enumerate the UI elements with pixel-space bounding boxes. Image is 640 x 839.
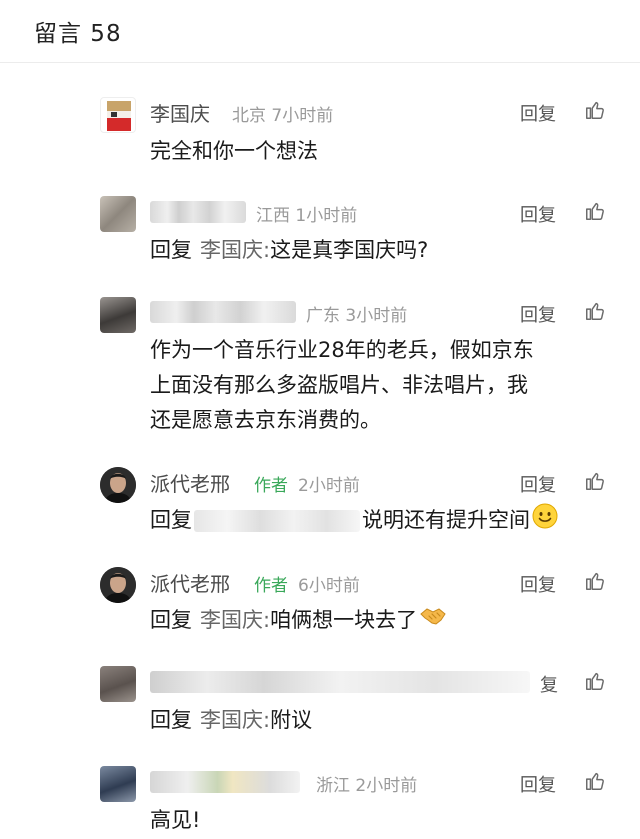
comment-text: 回复 说明还有提升空间	[150, 503, 558, 539]
like-thumb-icon[interactable]	[584, 470, 606, 492]
commenter-name-blurred[interactable]	[150, 771, 300, 793]
reply-text: 咱俩想一块去了	[270, 608, 418, 632]
avatar[interactable]	[100, 467, 136, 503]
comment-text-line: 作为一个音乐行业28年的老兵，假如京东	[150, 338, 534, 362]
comment-meta: 北京 7小时前	[232, 106, 334, 126]
reply-text: 这是真李国庆吗?	[270, 238, 429, 262]
handshake-emoji	[419, 604, 447, 638]
reply-prefix: 回复	[150, 708, 192, 732]
reply-target-name[interactable]: 李国庆:	[200, 238, 270, 262]
comment-text: 回复 李国庆:这是真李国庆吗?	[150, 233, 428, 267]
avatar-blurred[interactable]	[100, 297, 136, 333]
author-badge: 作者	[254, 476, 288, 496]
reply-text: 说明还有提升空间	[362, 508, 530, 532]
comment-text: 完全和你一个想法	[150, 139, 318, 163]
commenter-name[interactable]: 派代老邢	[150, 468, 230, 497]
reply-target-name[interactable]: 李国庆:	[200, 708, 270, 732]
like-thumb-icon[interactable]	[584, 300, 606, 322]
commenter-name-blurred[interactable]	[150, 201, 246, 223]
reply-prefix: 回复	[150, 508, 192, 532]
reply-target-name[interactable]: 李国庆:	[200, 608, 270, 632]
comment-meta: 作者 6小时前	[254, 571, 360, 596]
comment-meta: 江西 1小时前	[256, 206, 358, 226]
reply-button[interactable]: 回复	[520, 471, 556, 497]
avatar-blurred[interactable]	[100, 666, 136, 702]
commenter-name[interactable]: 派代老邢	[150, 568, 230, 597]
comment-meta: 浙江 2小时前	[316, 776, 418, 796]
reply-prefix: 回复	[150, 238, 192, 262]
comment-text-line: 还是愿意去京东消费的。	[150, 408, 381, 432]
comment-time: 2小时前	[298, 476, 360, 496]
reply-button[interactable]: 回复	[520, 301, 556, 327]
commenter-name-blurred[interactable]	[150, 671, 530, 693]
like-thumb-icon[interactable]	[584, 570, 606, 592]
reply-button[interactable]: 回复	[520, 201, 556, 227]
commenter-name[interactable]: 李国庆	[150, 98, 210, 127]
comment-text: 高见!	[150, 808, 201, 832]
header-divider	[0, 62, 640, 63]
reply-button[interactable]: 回复	[520, 771, 556, 797]
commenter-name-blurred[interactable]	[150, 301, 296, 323]
reply-target-blurred[interactable]	[194, 510, 360, 532]
smile-emoji	[532, 503, 558, 539]
comment-meta: 作者 2小时前	[254, 471, 360, 496]
comment-text-line: 上面没有那么多盗版唱片、非法唱片，我	[150, 373, 528, 397]
like-thumb-icon[interactable]	[584, 770, 606, 792]
avatar[interactable]	[100, 97, 136, 133]
comments-header: 留言 58	[0, 0, 640, 63]
comment-text: 回复 李国庆:附议	[150, 703, 312, 737]
reply-button[interactable]: 复	[540, 671, 558, 697]
avatar-blurred[interactable]	[100, 766, 136, 802]
book-cover-icon	[107, 101, 131, 131]
like-thumb-icon[interactable]	[584, 670, 606, 692]
reply-button[interactable]: 回复	[520, 571, 556, 597]
reply-button[interactable]: 回复	[520, 100, 556, 126]
comments-title: 留言 58	[34, 21, 122, 47]
reply-text: 附议	[270, 708, 313, 732]
like-thumb-icon[interactable]	[584, 99, 606, 121]
comment-time: 6小时前	[298, 576, 360, 596]
comment-meta: 广东 3小时前	[306, 306, 408, 326]
author-badge: 作者	[254, 576, 288, 596]
avatar[interactable]	[100, 567, 136, 603]
person-photo-icon	[100, 567, 136, 603]
reply-prefix: 回复	[150, 608, 192, 632]
comment-text: 回复 李国庆:咱俩想一块去了	[150, 603, 447, 638]
person-photo-icon	[100, 467, 136, 503]
like-thumb-icon[interactable]	[584, 200, 606, 222]
avatar-blurred[interactable]	[100, 196, 136, 232]
